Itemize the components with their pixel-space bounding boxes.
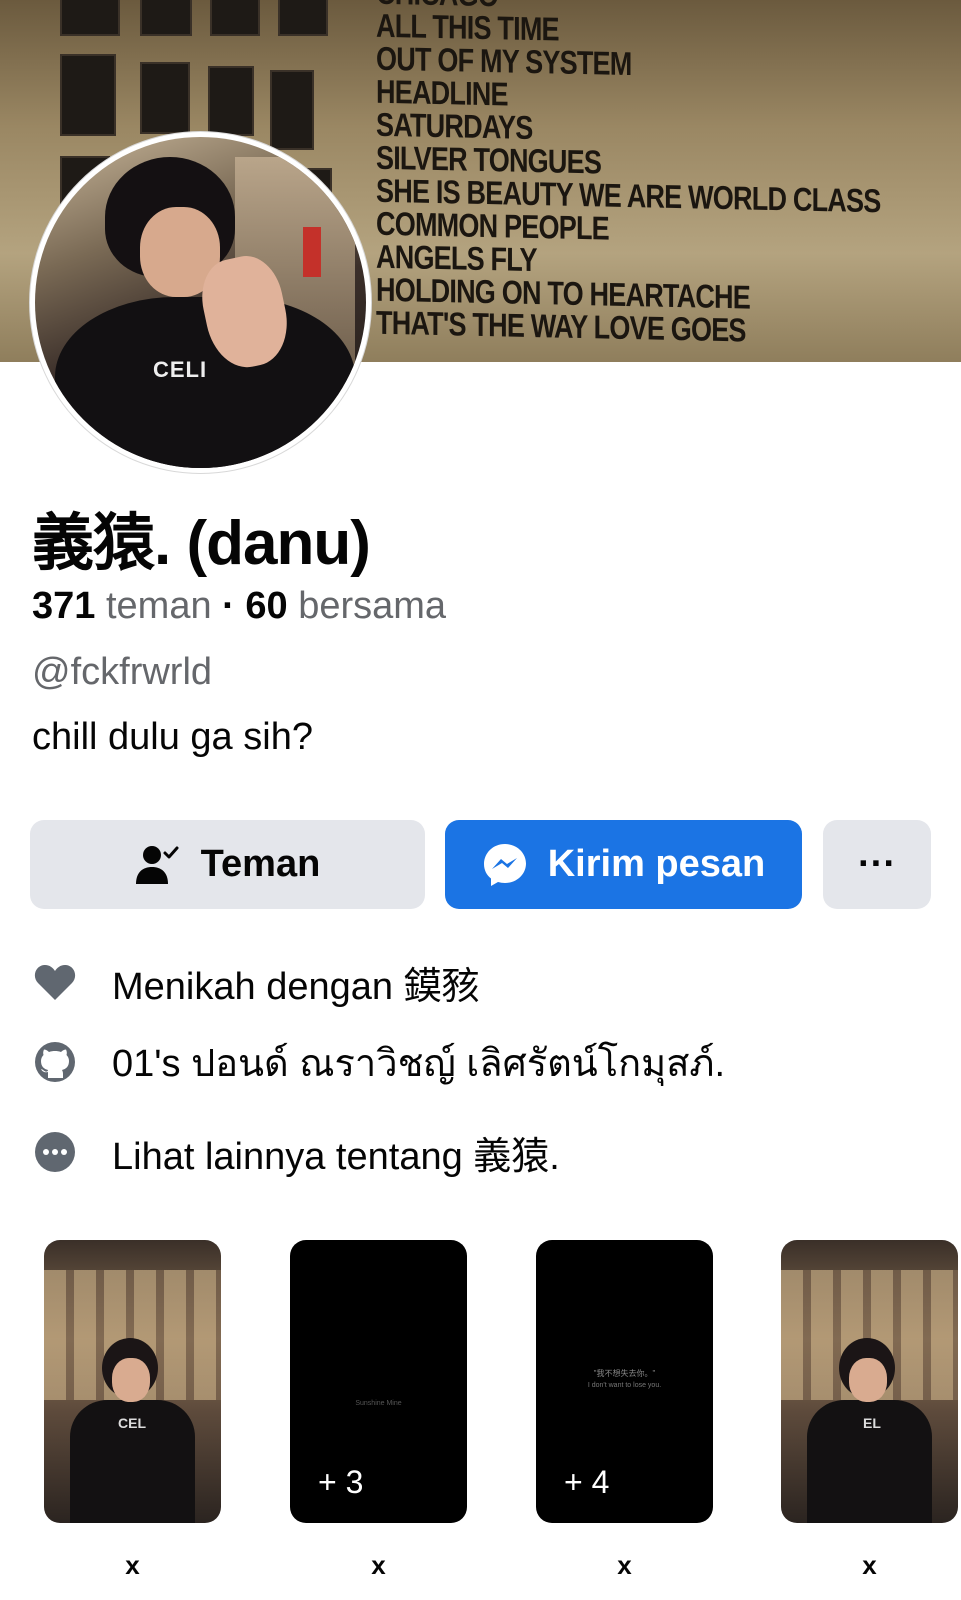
- messenger-icon: [482, 842, 528, 888]
- detail-relationship[interactable]: Menikah dengan 鏌豥: [32, 952, 480, 1012]
- friend-check-icon: [135, 844, 181, 886]
- featured-2-small-text: Sunshine Mine: [355, 1400, 402, 1407]
- featured-label-4: x: [862, 1550, 877, 1580]
- friends-button[interactable]: Teman: [30, 820, 425, 909]
- mutual-label: bersama: [298, 585, 447, 627]
- profile-name: 義猿. (danu): [32, 509, 371, 578]
- featured-item-4[interactable]: EL: [781, 1240, 958, 1523]
- detail-relationship-text: Menikah dengan 鏌豥: [112, 965, 480, 1008]
- profile-bio: chill dulu ga sih?: [32, 716, 313, 758]
- friends-label: teman: [105, 585, 212, 627]
- heart-icon: [32, 959, 78, 1005]
- featured-3-quote: "我不想失去你。": [593, 1369, 656, 1378]
- featured-3-caption: I don't want to lose you.: [587, 1382, 662, 1389]
- featured-item-1[interactable]: CEL: [44, 1240, 221, 1523]
- send-message-button[interactable]: Kirim pesan: [445, 820, 802, 909]
- profile-avatar[interactable]: CELI: [30, 132, 371, 473]
- featured-2-count: + 3: [318, 1464, 364, 1500]
- featured-label-1: x: [125, 1550, 140, 1580]
- featured-label-3: x: [617, 1550, 632, 1580]
- username: @fckfrwrld: [32, 651, 213, 693]
- cover-wall-text: CHICAGO ALL THIS TIME OUT OF MY SYSTEM H…: [376, 0, 881, 349]
- friends-button-label: Teman: [200, 843, 321, 885]
- featured-4-shirt-text: EL: [863, 1415, 881, 1431]
- mutual-count: 60: [245, 585, 288, 627]
- detail-link-text: 01's ปอนด์ ณราวิชญ์ เลิศรัตน์โกมุสภ์.: [112, 1042, 726, 1085]
- avatar-photo: CELI: [35, 137, 366, 468]
- see-more-about-text: Lihat lainnya tentang 義猿.: [112, 1135, 560, 1178]
- send-message-label: Kirim pesan: [547, 843, 766, 885]
- featured-item-3[interactable]: "我不想失去你。" I don't want to lose you. + 4: [536, 1240, 713, 1523]
- stats-separator: ·: [222, 585, 235, 627]
- avatar-shirt-text: CELI: [153, 357, 208, 382]
- featured-1-shirt-text: CEL: [118, 1415, 146, 1431]
- more-dots-icon: [32, 1129, 78, 1175]
- friends-count: 371: [32, 585, 96, 627]
- featured-label-2: x: [371, 1550, 386, 1580]
- see-more-about[interactable]: Lihat lainnya tentang 義猿.: [32, 1122, 560, 1182]
- friend-stats[interactable]: 371 teman · 60 bersama: [32, 585, 446, 628]
- featured-item-2[interactable]: Sunshine Mine + 3: [290, 1240, 467, 1523]
- github-icon: [32, 1039, 78, 1085]
- more-options-icon: ···: [858, 843, 896, 885]
- more-options-button[interactable]: ···: [823, 820, 931, 909]
- detail-link[interactable]: 01's ปอนด์ ณราวิชญ์ เลิศรัตน์โกมุสภ์.: [32, 1032, 725, 1092]
- featured-3-count: + 4: [564, 1464, 610, 1500]
